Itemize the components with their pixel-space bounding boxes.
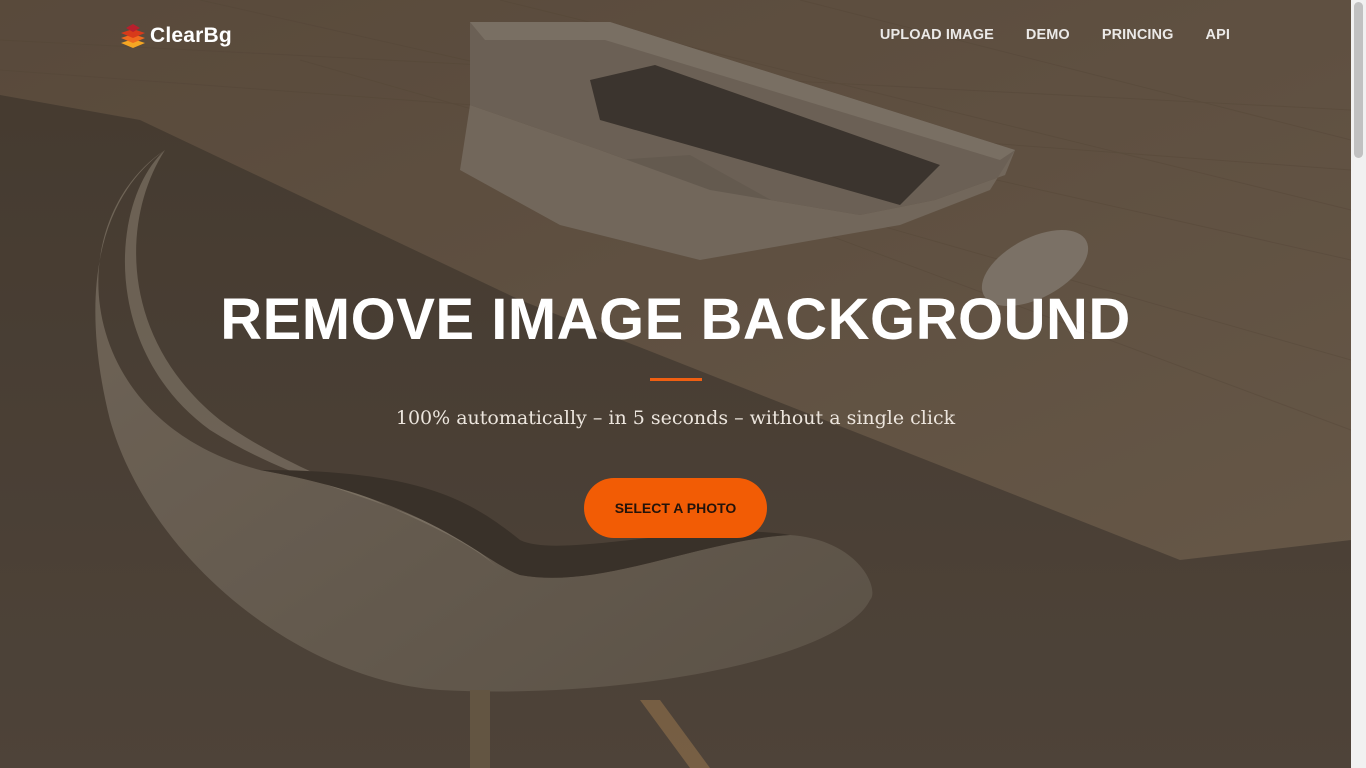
hero-subtitle: 100% automatically – in 5 seconds – with…	[395, 407, 956, 429]
title-divider	[649, 378, 702, 381]
nav-link-upload-image[interactable]: UPLOAD IMAGE	[880, 27, 994, 43]
hero-title: REMOVE IMAGE BACKGROUND	[220, 287, 1131, 352]
brand-name: ClearBg	[150, 24, 232, 47]
hero-section: REMOVE IMAGE BACKGROUND 100% automatical…	[0, 280, 1351, 538]
nav-item-pricing: PRINCING	[1102, 26, 1174, 44]
landing-page: ClearBg UPLOAD IMAGE DEMO PRINCING API R…	[0, 0, 1366, 768]
scrollbar-thumb[interactable]	[1354, 2, 1363, 158]
layered-stack-logo-icon	[121, 24, 145, 48]
nav-item-api: API	[1206, 26, 1230, 44]
page-scrollbar[interactable]	[1351, 0, 1366, 768]
nav-link-api[interactable]: API	[1206, 27, 1230, 43]
nav-item-upload-image: UPLOAD IMAGE	[880, 26, 994, 44]
nav-link-demo[interactable]: DEMO	[1026, 27, 1070, 43]
select-photo-button[interactable]: SELECT A PHOTO	[584, 478, 767, 538]
nav-link-pricing[interactable]: PRINCING	[1102, 27, 1174, 43]
brand-logo-link[interactable]: ClearBg	[120, 22, 232, 50]
nav-item-demo: DEMO	[1026, 26, 1070, 44]
top-navbar: ClearBg UPLOAD IMAGE DEMO PRINCING API	[0, 0, 1351, 72]
nav-menu: UPLOAD IMAGE DEMO PRINCING API	[880, 26, 1230, 44]
